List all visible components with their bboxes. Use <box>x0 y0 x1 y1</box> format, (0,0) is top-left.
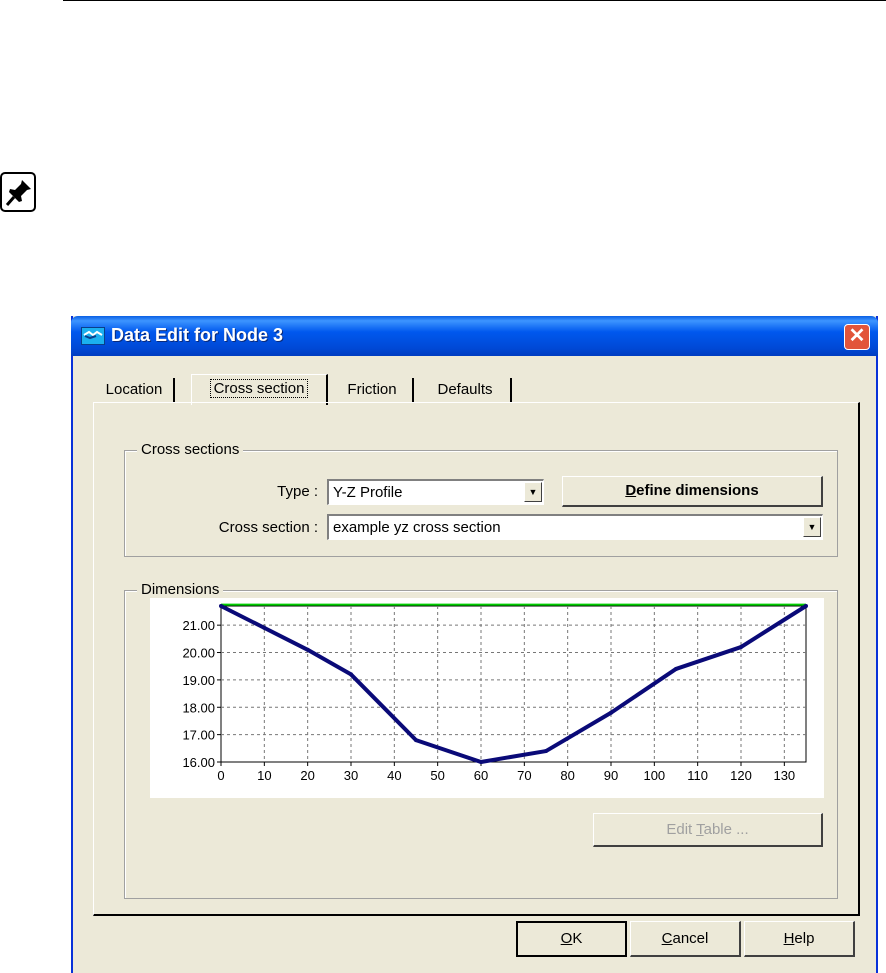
x-tick-label: 40 <box>387 768 401 783</box>
cancel-button[interactable]: Cancel <box>630 921 741 957</box>
tab-defaults[interactable]: Defaults <box>420 378 512 402</box>
edit-table-button[interactable]: Edit Table ... <box>593 813 823 847</box>
pushpin-note-icon <box>0 172 36 212</box>
dimensions-group-label: Dimensions <box>137 581 224 598</box>
type-select-value: Y-Z Profile <box>333 484 403 501</box>
profile-point <box>219 604 223 608</box>
x-tick-label: 50 <box>430 768 444 783</box>
tab-cross-section[interactable]: Cross section <box>191 374 328 405</box>
x-tick-label: 80 <box>560 768 574 783</box>
ok-button[interactable]: OK <box>516 921 627 957</box>
tab-friction[interactable]: Friction <box>332 378 414 402</box>
x-tick-label: 10 <box>257 768 271 783</box>
profile-point <box>479 760 483 764</box>
cross-section-select-value: example yz cross section <box>333 519 501 536</box>
app-icon <box>81 327 105 345</box>
page-top-rule <box>63 0 886 1</box>
x-tick-label: 120 <box>730 768 752 783</box>
plot-frame <box>220 605 807 763</box>
x-tick-label: 90 <box>604 768 618 783</box>
define-dimensions-button[interactable]: Define dimensions <box>562 476 823 507</box>
y-tick-label: 18.00 <box>182 700 215 715</box>
profile-point <box>804 604 808 608</box>
y-tick-label: 20.00 <box>182 646 215 661</box>
x-tick-label: 70 <box>517 768 531 783</box>
y-tick-label: 19.00 <box>182 673 215 688</box>
y-tick-label: 16.00 <box>182 755 215 770</box>
close-button[interactable]: ✕ <box>844 324 870 350</box>
type-select[interactable]: Y-Z Profile ▼ <box>327 479 544 505</box>
title-bar[interactable]: Data Edit for Node 3 ✕ <box>71 316 878 356</box>
y-tick-label: 21.00 <box>182 618 215 633</box>
x-tick-label: 60 <box>474 768 488 783</box>
x-tick-label: 30 <box>344 768 358 783</box>
x-tick-label: 0 <box>217 768 224 783</box>
y-tick-label: 17.00 <box>182 728 215 743</box>
profile-point <box>305 647 310 652</box>
profile-point <box>739 645 743 650</box>
x-tick-label: 130 <box>773 768 795 783</box>
cross-section-select[interactable]: example yz cross section ▼ <box>327 514 823 540</box>
tab-location[interactable]: Location <box>95 378 175 402</box>
x-tick-label: 20 <box>300 768 314 783</box>
type-select-dropdown-icon[interactable]: ▼ <box>524 482 542 502</box>
cross-section-chart: 0 10 20 30 40 50 60 70 80 90 100 110 120 130 16.00 17.0… <box>182 603 808 783</box>
profile-point <box>262 625 267 630</box>
x-tick-label: 110 <box>687 768 708 783</box>
cross-sections-group-label: Cross sections <box>137 441 244 458</box>
profile-point <box>674 666 678 671</box>
profile-point <box>544 749 548 754</box>
dialog-title: Data Edit for Node 3 <box>111 325 284 345</box>
cross-section-chart-area: 0 10 20 30 40 50 60 70 80 90 100 110 120 130 16.00 17.0… <box>150 598 824 798</box>
cross-section-dropdown-icon[interactable]: ▼ <box>803 517 821 537</box>
cross-section-label: Cross section : <box>218 519 318 536</box>
profile-point <box>349 672 353 677</box>
help-button[interactable]: Help <box>744 921 855 957</box>
profile-point <box>609 710 613 715</box>
type-label: Type : <box>277 483 318 500</box>
x-tick-label: 100 <box>643 768 665 783</box>
profile-point <box>414 738 418 743</box>
